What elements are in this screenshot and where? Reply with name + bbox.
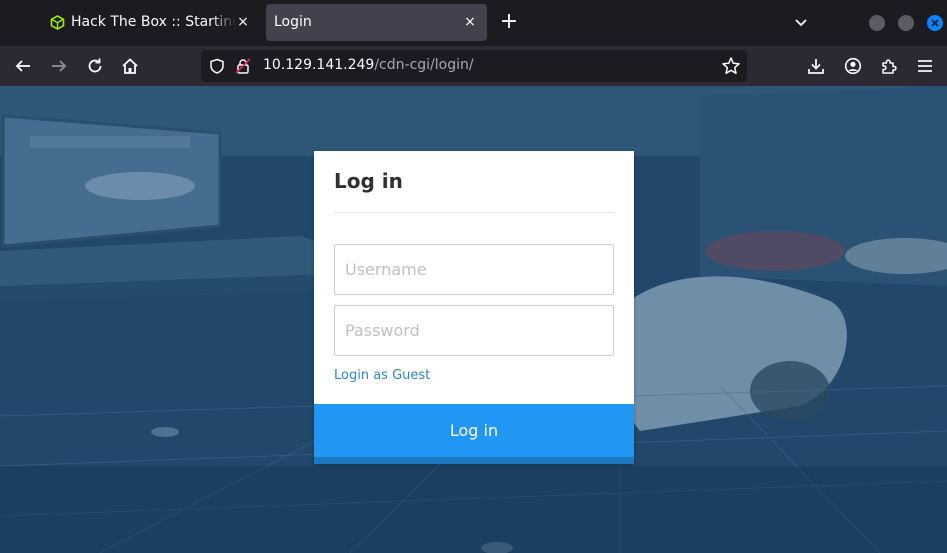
reload-icon[interactable] (83, 54, 107, 78)
htb-cube-icon (50, 15, 65, 30)
address-bar[interactable]: 10.129.141.249/cdn-cgi/login/ (201, 50, 747, 82)
url-path: /cdn-cgi/login/ (374, 57, 474, 73)
tab-strip: Hack The Box :: Starting Point × Login ×… (0, 0, 947, 46)
minimize-window-button[interactable] (869, 15, 885, 31)
new-tab-button[interactable]: + (497, 11, 521, 35)
tracking-protection-shield-icon[interactable] (209, 58, 225, 78)
bookmark-star-icon[interactable] (721, 56, 741, 80)
password-input[interactable] (334, 305, 614, 356)
back-arrow-icon[interactable] (11, 54, 35, 78)
tab-title: Login (274, 14, 312, 30)
list-all-tabs-chevron-icon[interactable] (790, 12, 812, 34)
home-icon[interactable] (118, 54, 142, 78)
login-card: Log in Login as Guest Log in (314, 151, 634, 464)
divider (334, 212, 614, 213)
extensions-puzzle-icon[interactable] (877, 54, 901, 78)
tab-login[interactable]: Login × (266, 4, 487, 41)
maximize-window-button[interactable] (898, 15, 914, 31)
navigation-toolbar: 10.129.141.249/cdn-cgi/login/ (0, 46, 947, 86)
close-tab-icon[interactable]: × (461, 13, 479, 31)
close-tab-icon[interactable]: × (234, 13, 252, 31)
username-input[interactable] (334, 244, 614, 295)
login-submit-button[interactable]: Log in (314, 404, 634, 464)
account-icon[interactable] (841, 54, 865, 78)
url-text[interactable]: 10.129.141.249/cdn-cgi/login/ (263, 57, 474, 73)
forward-arrow-icon[interactable] (47, 54, 71, 78)
close-window-button[interactable] (927, 15, 943, 31)
url-host: 10.129.141.249 (263, 57, 375, 73)
downloads-icon[interactable] (804, 54, 828, 78)
hamburger-menu-icon[interactable] (913, 54, 937, 78)
page-content: Log in Login as Guest Log in (0, 86, 947, 553)
insecure-lock-icon[interactable] (235, 58, 251, 78)
login-title: Log in (334, 169, 403, 193)
tab-title: Hack The Box :: Starting Point (71, 14, 236, 30)
login-as-guest-link[interactable]: Login as Guest (334, 368, 430, 383)
tab-hack-the-box[interactable]: Hack The Box :: Starting Point × (40, 4, 260, 41)
